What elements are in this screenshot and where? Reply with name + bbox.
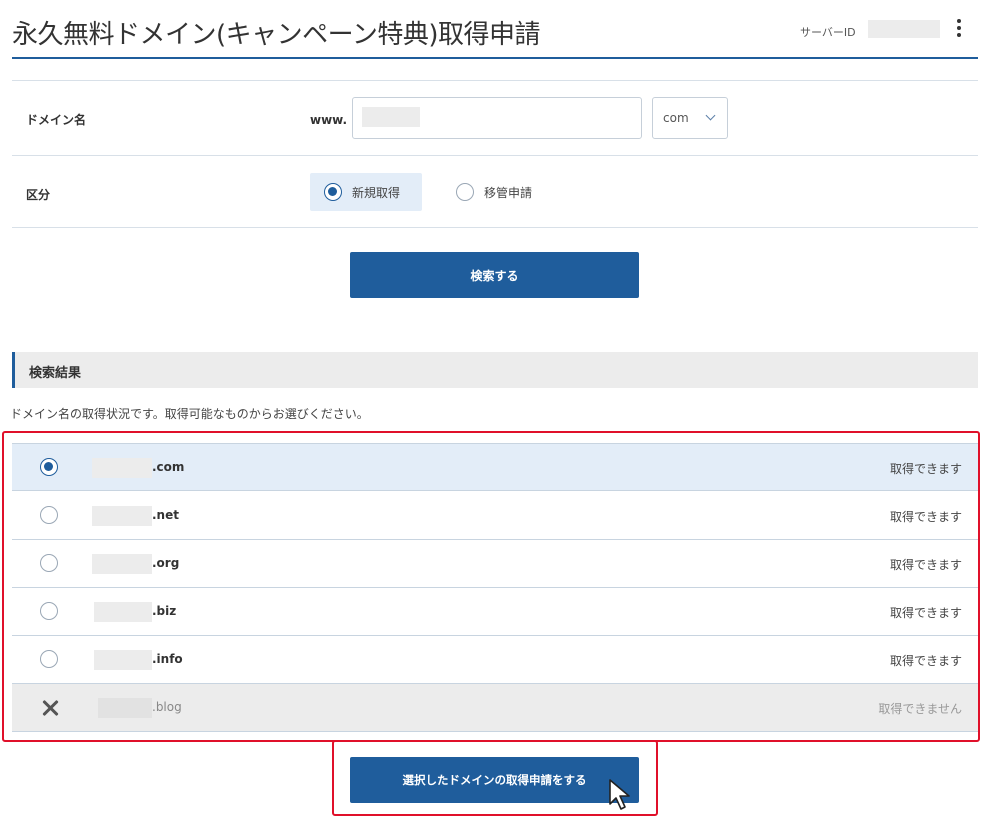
result-radio-biz[interactable]: [40, 602, 58, 620]
kebab-menu-icon[interactable]: [953, 19, 965, 39]
result-tld: .org: [152, 556, 180, 570]
page-header: 永久無料ドメイン(キャンペーン特典)取得申請 サーバーID: [0, 0, 1000, 62]
result-tld: .info: [152, 652, 183, 666]
submit-application-button[interactable]: 選択したドメインの取得申請をする: [350, 757, 639, 803]
tld-select-value: com: [663, 111, 689, 125]
result-status: 取得できます: [889, 462, 962, 476]
domain-name-masked: [92, 506, 152, 526]
server-id-label: サーバーID: [800, 26, 856, 39]
page-title: 永久無料ドメイン(キャンペーン特典)取得申請: [12, 20, 541, 50]
result-row-org[interactable]: .org 取得できます: [12, 540, 978, 588]
result-tld: .biz: [152, 604, 177, 618]
result-status: 取得できます: [889, 558, 962, 572]
www-prefix: www.: [310, 113, 348, 127]
domain-name-masked: [94, 650, 152, 670]
domain-name-row: ドメイン名 www. com: [12, 80, 978, 155]
radio-new-checked[interactable]: [324, 183, 342, 201]
tld-select[interactable]: com: [652, 97, 728, 139]
result-row-com[interactable]: .com 取得できます: [12, 443, 978, 491]
result-status: 取得できます: [889, 606, 962, 620]
domain-name-masked: [94, 602, 152, 622]
result-row-net[interactable]: .net 取得できます: [12, 492, 978, 540]
results-note: ドメイン名の取得状況です。取得可能なものからお選びください。: [10, 407, 369, 421]
type-label: 区分: [26, 188, 51, 202]
header-divider: [12, 57, 978, 59]
chevron-down-icon: [705, 110, 716, 121]
result-row-biz[interactable]: .biz 取得できます: [12, 588, 978, 636]
radio-transfer[interactable]: [456, 183, 474, 201]
domain-name-input[interactable]: [352, 97, 642, 139]
result-radio-org[interactable]: [40, 554, 58, 572]
type-row: 区分 新規取得 移管申請: [12, 155, 978, 228]
result-status: 取得できます: [889, 654, 962, 668]
result-tld: .com: [152, 460, 185, 474]
result-tld: .blog: [152, 700, 182, 714]
result-row-blog: .blog 取得できません: [12, 684, 978, 732]
server-id-value-masked: [868, 20, 940, 38]
result-radio-com[interactable]: [40, 458, 58, 476]
results-section-title: 検索結果: [29, 366, 82, 381]
domain-name-masked: [92, 554, 152, 574]
result-row-info[interactable]: .info 取得できます: [12, 636, 978, 684]
type-option-new[interactable]: 新規取得: [310, 173, 422, 211]
result-radio-net[interactable]: [40, 506, 58, 524]
result-status: 取得できます: [889, 510, 962, 524]
domain-name-masked: [92, 458, 152, 478]
domain-name-label: ドメイン名: [26, 113, 87, 127]
result-tld: .net: [152, 508, 179, 522]
result-radio-info[interactable]: [40, 650, 58, 668]
type-option-new-label: 新規取得: [352, 185, 401, 200]
search-button[interactable]: 検索する: [350, 252, 639, 298]
domain-name-masked: [98, 698, 152, 718]
result-status: 取得できません: [878, 702, 962, 716]
x-icon: [40, 698, 60, 718]
type-option-transfer-label: 移管申請: [484, 185, 533, 200]
results-section-header: 検索結果: [12, 352, 978, 388]
type-option-transfer[interactable]: 移管申請: [456, 173, 566, 211]
